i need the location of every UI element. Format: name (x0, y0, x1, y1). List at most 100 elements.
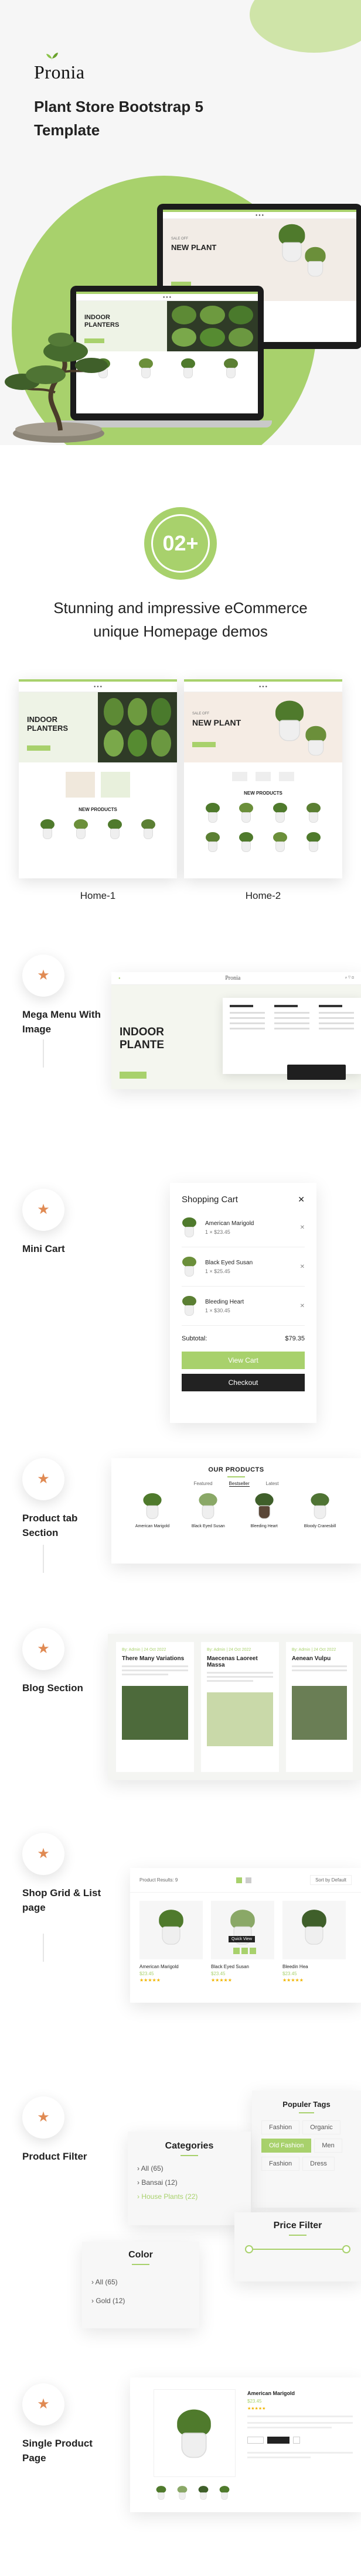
remove-icon[interactable]: ✕ (300, 1224, 305, 1231)
plant-grid-image (167, 301, 258, 351)
blog-title[interactable]: There Many Variations (122, 1655, 188, 1662)
cart-item: American Marigold 1 × $23.45 ✕ (182, 1213, 305, 1247)
mini-cart-preview: Shopping Cart ✕ American Marigold 1 × $23… (170, 1183, 316, 1423)
cart-subtotal: Subtotal: $79.35 (182, 1335, 305, 1342)
cart-item-name[interactable]: American Marigold (205, 1220, 292, 1227)
list-view-icon[interactable] (246, 1877, 252, 1883)
mega-menu-dropdown[interactable] (223, 998, 361, 1074)
feature-title-product-filter: Product Filter (22, 2151, 87, 2162)
color-item[interactable]: › All (65) (91, 2278, 190, 2286)
star-icon: ★ (37, 2396, 50, 2412)
product-card[interactable]: Bleedin Hea $23.45 ★★★★★ (282, 1901, 346, 1983)
category-item[interactable]: › Bansai (12) (137, 2178, 241, 2187)
view-cart-button[interactable]: View Cart (182, 1352, 305, 1369)
price-slider-min-handle[interactable] (245, 2245, 253, 2253)
cart-item: Black Eyed Susan 1 × $25.45 ✕ (182, 1247, 305, 1287)
brand-logo[interactable]: Pronia (34, 61, 85, 83)
blog-card[interactable]: By: Admin | 24 Oct 2022 Maecenas Laoreet… (200, 1642, 279, 1772)
blog-meta: By: Admin | 24 Oct 2022 (206, 1648, 251, 1652)
category-item[interactable]: › All (65) (137, 2164, 241, 2173)
product-name[interactable]: Black Eyed Susan (185, 1524, 231, 1528)
price-slider-max-handle[interactable] (342, 2245, 350, 2253)
star-icon: ★ (37, 1846, 50, 1862)
tag-pill[interactable]: Fashion (261, 2120, 300, 2134)
plant-image (303, 726, 329, 756)
blog-image (122, 1686, 188, 1740)
tag-pill[interactable]: Organic (302, 2120, 340, 2134)
grid-view-icon[interactable] (236, 1877, 243, 1883)
cart-item-price: 1 × $25.45 (205, 1268, 230, 1274)
product-main-image (154, 2389, 236, 2477)
subtotal-value: $79.35 (285, 1335, 305, 1342)
tab-featured[interactable]: Featured (194, 1481, 213, 1487)
feature-title-mega-menu: Mega Menu With Image (22, 1009, 101, 1035)
quantity-stepper[interactable] (247, 2437, 264, 2444)
color-widget: Color › All (65) › Gold (12) (82, 2242, 199, 2328)
remove-icon[interactable]: ✕ (300, 1303, 305, 1309)
blog-card[interactable]: By: Admin | 24 Oct 2022 There Many Varia… (116, 1642, 194, 1772)
product-name[interactable]: Bleedin Hea (282, 1964, 346, 1969)
close-icon[interactable]: ✕ (298, 1195, 305, 1205)
quick-view-tooltip: Quick View (229, 1936, 255, 1942)
cart-item: Bleeding Heart 1 × $30.45 ✕ (182, 1287, 305, 1326)
blog-preview: By: Admin | 24 Oct 2022 There Many Varia… (108, 1634, 361, 1780)
tab-bestseller[interactable]: Bestseller (229, 1481, 250, 1487)
cart-item-name[interactable]: Black Eyed Susan (205, 1260, 292, 1266)
blog-title[interactable]: Maecenas Laoreet Massa (207, 1655, 273, 1668)
plant-image (302, 247, 328, 277)
tag-pill[interactable]: Old Fashion (261, 2139, 312, 2153)
demo-count: 02+ (151, 514, 210, 573)
result-count: Product Results: 9 (139, 1877, 178, 1883)
color-title: Color (128, 2250, 153, 2260)
cart-item-name[interactable]: Bleeding Heart (205, 1299, 292, 1305)
tag-pill[interactable]: Men (314, 2139, 342, 2153)
popular-tags-widget: Populer Tags Fashion Organic Old Fashion M… (252, 2091, 361, 2208)
blog-card[interactable]: By: Admin | 24 Oct 2022 Aenean Vulpu (285, 1642, 353, 1772)
product-name[interactable]: Bloody Cranesbill (297, 1524, 343, 1528)
product-name[interactable]: American Marigold (129, 1524, 176, 1528)
add-to-cart-button[interactable] (267, 2437, 290, 2444)
remove-icon[interactable]: ✕ (300, 1264, 305, 1270)
product-name[interactable]: American Marigold (139, 1964, 203, 1969)
demo-card-home-1[interactable]: ● ● ● INDOOR PLANTERS NEW PRODUCTS (19, 679, 177, 878)
feature-icon: ★ (22, 1458, 64, 1500)
demo-label-home-2[interactable]: Home-2 (184, 890, 342, 902)
bonsai-image (5, 333, 108, 443)
heart-icon[interactable] (250, 1948, 256, 1954)
single-product-preview: American Marigold $23.45 ★★★★★ (130, 2377, 361, 2512)
product-name[interactable]: Black Eyed Susan (211, 1964, 274, 1969)
product-card[interactable]: American Marigold $23.45 ★★★★★ (139, 1901, 203, 1983)
tab-latest[interactable]: Latest (266, 1481, 279, 1487)
demo-label-home-1[interactable]: Home-1 (19, 890, 177, 902)
blog-image (206, 1692, 273, 1746)
blog-title[interactable]: Aenean Vulpu (292, 1655, 347, 1662)
blog-image (291, 1686, 347, 1740)
star-icon: ★ (37, 1471, 50, 1487)
demo-card-home-2[interactable]: ● ● ● SALE OFF NEW PLANT NEW PRODUCTS (184, 679, 342, 878)
product-card[interactable]: Quick View Black Eyed Susan $23.45 ★★★★★ (211, 1901, 274, 1983)
feature-icon: ★ (22, 2096, 64, 2139)
product-title: American Marigold (247, 2390, 295, 2396)
leaf-logo-icon (46, 53, 58, 61)
blog-meta: By: Admin | 24 Oct 2022 (291, 1648, 336, 1652)
sort-select[interactable]: Sort by Default (310, 1875, 352, 1885)
price-filter-title: Price Filter (273, 2221, 322, 2231)
cart-icon[interactable] (233, 1948, 240, 1954)
demo-section-title: NEW PRODUCTS (244, 791, 282, 796)
category-item[interactable]: › House Plants (22) (137, 2192, 241, 2201)
decor-blob (250, 0, 361, 53)
feature-title-product-tab: Product tab Section (22, 1513, 78, 1538)
feature-title-blog: Blog Section (22, 1682, 83, 1694)
mega-menu-preview: ● Pronia ⌕ ♡ ⊡ INDOOR PLANTE (111, 972, 361, 1089)
eye-icon[interactable] (241, 1948, 248, 1954)
heart-icon[interactable] (293, 2437, 300, 2444)
preview-logo: Pronia (225, 975, 241, 981)
color-item[interactable]: › Gold (12) (91, 2297, 190, 2305)
screen-nav: ● ● ● (76, 294, 258, 301)
checkout-button[interactable]: Checkout (182, 1374, 305, 1391)
feature-icon: ★ (22, 1628, 64, 1670)
product-thumbnails[interactable] (154, 2483, 232, 2503)
tag-pill[interactable]: Dress (302, 2157, 335, 2171)
tag-pill[interactable]: Fashion (261, 2157, 300, 2171)
product-name[interactable]: Bleeding Heart (241, 1524, 288, 1528)
